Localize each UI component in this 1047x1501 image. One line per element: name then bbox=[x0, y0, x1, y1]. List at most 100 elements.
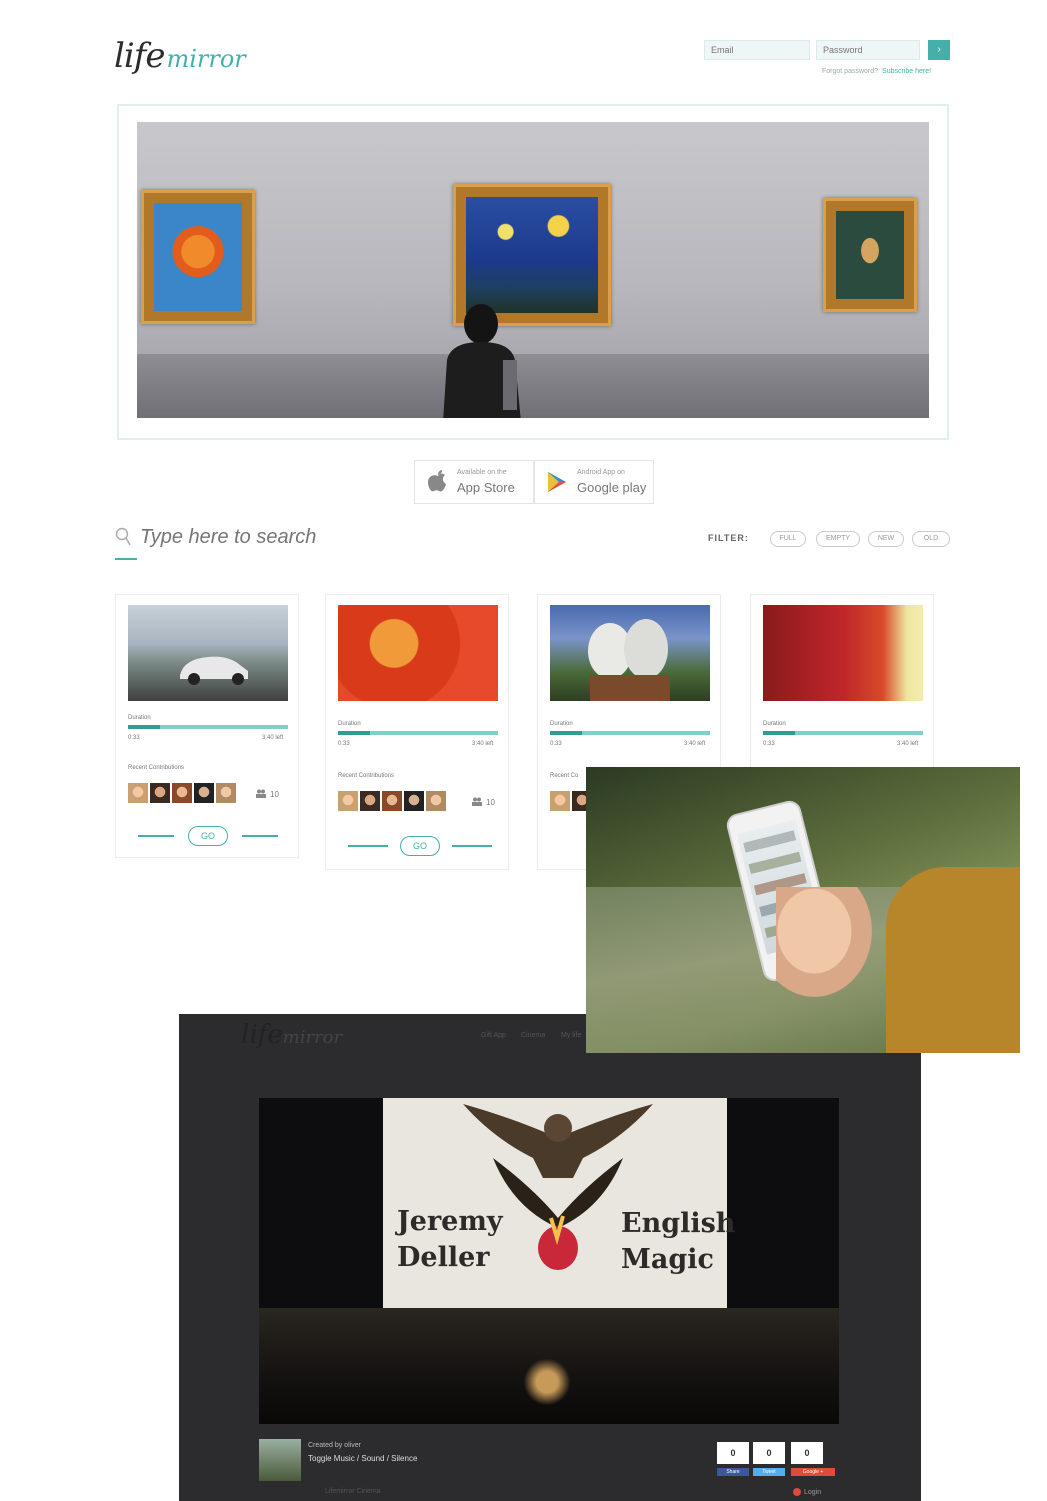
arrow-left-icon bbox=[242, 835, 278, 837]
duration-label: Duration bbox=[550, 721, 573, 727]
cinema-nav-my-life[interactable]: My life bbox=[561, 1032, 581, 1039]
arrow-left-icon bbox=[452, 845, 492, 847]
password-input[interactable] bbox=[816, 40, 920, 60]
card-image-abstract bbox=[763, 605, 923, 701]
app-store-button[interactable]: Available on the App Store bbox=[414, 460, 534, 504]
contributor-count: 10 bbox=[270, 790, 279, 799]
screen-title-right: English Magic bbox=[621, 1206, 735, 1278]
duration-bar bbox=[550, 731, 710, 735]
avatar-row bbox=[128, 783, 236, 803]
contributor-count: 10 bbox=[486, 798, 495, 807]
duration-start: 0:33 bbox=[128, 735, 140, 741]
card-image-red-bowl bbox=[338, 605, 498, 701]
mirror-card[interactable]: Duration 0:33 3:40 left bbox=[750, 594, 934, 770]
duration-start: 0:33 bbox=[550, 741, 562, 747]
filter-chip-empty[interactable]: EMPTY bbox=[816, 531, 860, 547]
duration-bar-fill bbox=[128, 725, 160, 729]
duration-bar bbox=[763, 731, 923, 735]
duration-label: Duration bbox=[338, 721, 361, 727]
cinema-nav-cinema[interactable]: Cinema bbox=[521, 1032, 545, 1039]
avatar bbox=[360, 791, 380, 811]
google-play-label: Google play bbox=[577, 480, 647, 495]
painting-portrait bbox=[823, 198, 917, 312]
go-button[interactable]: GO bbox=[400, 836, 440, 856]
app-row bbox=[748, 851, 802, 875]
go-button[interactable]: GO bbox=[188, 826, 228, 846]
duration-label: Duration bbox=[128, 715, 151, 721]
duration-bar-fill bbox=[338, 731, 370, 735]
email-input[interactable] bbox=[704, 40, 810, 60]
cinema-video[interactable]: Jeremy Deller English Magic bbox=[259, 1098, 839, 1424]
people-icon bbox=[472, 797, 482, 806]
screen-title-left-text: Jeremy Deller bbox=[397, 1206, 503, 1273]
recent-contributions-label: Recent Contributions bbox=[128, 765, 185, 771]
projection-screen: Jeremy Deller English Magic bbox=[383, 1098, 735, 1308]
hand bbox=[776, 887, 872, 997]
toggle-sound-link[interactable]: Toggle Music / Sound / Silence bbox=[308, 1454, 417, 1463]
share-count-twitter: 0 bbox=[753, 1442, 785, 1464]
veiled-figures-icon bbox=[588, 619, 670, 701]
mirror-card[interactable]: Duration 0:33 3:40 left Recent Contribut… bbox=[325, 594, 509, 870]
duration-bar bbox=[338, 731, 498, 735]
avatar bbox=[172, 783, 192, 803]
google-play-button[interactable]: Android App on Google play bbox=[534, 460, 654, 504]
card-image-car bbox=[128, 605, 288, 701]
performer-light bbox=[517, 1352, 577, 1412]
duration-end: 3:40 left bbox=[262, 735, 284, 741]
logo[interactable]: lifemirror bbox=[114, 36, 246, 76]
filter-chip-new[interactable]: NEW bbox=[868, 531, 904, 547]
recent-contributions-label: Recent Contributions bbox=[338, 773, 395, 779]
mirror-card[interactable]: Duration 0:33 3:40 left Recent Contribut… bbox=[115, 594, 299, 858]
arrow-right-icon bbox=[348, 845, 388, 847]
cinema-nav-gift-app[interactable]: Gift App bbox=[481, 1032, 506, 1039]
cinema-logo-life: life bbox=[241, 1020, 283, 1050]
avatar bbox=[128, 783, 148, 803]
login-button[interactable]: › bbox=[928, 40, 950, 60]
gallery-floor bbox=[137, 354, 929, 418]
share-count-facebook: 0 bbox=[717, 1442, 749, 1464]
logo-life-text: life bbox=[114, 36, 165, 76]
avatar bbox=[216, 783, 236, 803]
filter-chip-full[interactable]: FULL bbox=[770, 531, 806, 547]
avatar bbox=[194, 783, 214, 803]
avatar bbox=[382, 791, 402, 811]
arrow-right-icon bbox=[138, 835, 174, 837]
duration-end: 3:40 left bbox=[472, 741, 494, 747]
avatar-row bbox=[338, 791, 446, 811]
app-store-label: App Store bbox=[457, 480, 515, 495]
search-underline bbox=[115, 558, 137, 560]
car-icon bbox=[180, 656, 248, 685]
google-play-small-text: Android App on bbox=[577, 469, 625, 476]
search-input[interactable] bbox=[140, 522, 440, 552]
subscribe-link[interactable]: Subscribe here! bbox=[882, 68, 931, 75]
cinema-logo[interactable]: lifemirror bbox=[241, 1020, 342, 1050]
screen-title-left: Jeremy Deller bbox=[397, 1204, 503, 1276]
card-image-lovers bbox=[550, 605, 710, 701]
facebook-share-button[interactable]: Share bbox=[717, 1468, 749, 1476]
screen-title-right-text: English Magic bbox=[621, 1208, 736, 1275]
recent-contributions-label: Recent Co bbox=[550, 773, 579, 779]
google-plus-button[interactable]: Google + bbox=[791, 1468, 835, 1476]
creator-thumbnail[interactable] bbox=[259, 1439, 301, 1481]
filter-chip-old[interactable]: OLD bbox=[912, 531, 950, 547]
avatar bbox=[550, 791, 570, 811]
cinema-login-link[interactable]: Login bbox=[793, 1488, 821, 1496]
hero-image bbox=[137, 122, 929, 418]
cinema-screenshot: lifemirror Gift App Cinema My life Jerem… bbox=[179, 1014, 921, 1501]
search-icon bbox=[115, 527, 131, 546]
filter-label: FILTER: bbox=[708, 533, 749, 543]
duration-end: 3:40 left bbox=[684, 741, 706, 747]
duration-bar-fill bbox=[550, 731, 582, 735]
duration-start: 0:33 bbox=[338, 741, 350, 747]
cinema-login-text: Login bbox=[804, 1488, 822, 1496]
cinema-footer: Lifemirror Cinema bbox=[325, 1488, 381, 1495]
app-row bbox=[743, 830, 797, 853]
logo-mirror-text: mirror bbox=[166, 45, 246, 73]
duration-start: 0:33 bbox=[763, 741, 775, 747]
duration-end: 3:40 left bbox=[897, 741, 919, 747]
visitor-silhouette bbox=[443, 304, 521, 418]
forgot-password: Forgot password? Subscribe here! bbox=[822, 68, 931, 75]
twitter-tweet-button[interactable]: Tweet bbox=[753, 1468, 785, 1476]
duration-label: Duration bbox=[763, 721, 786, 727]
people-icon bbox=[256, 789, 266, 798]
